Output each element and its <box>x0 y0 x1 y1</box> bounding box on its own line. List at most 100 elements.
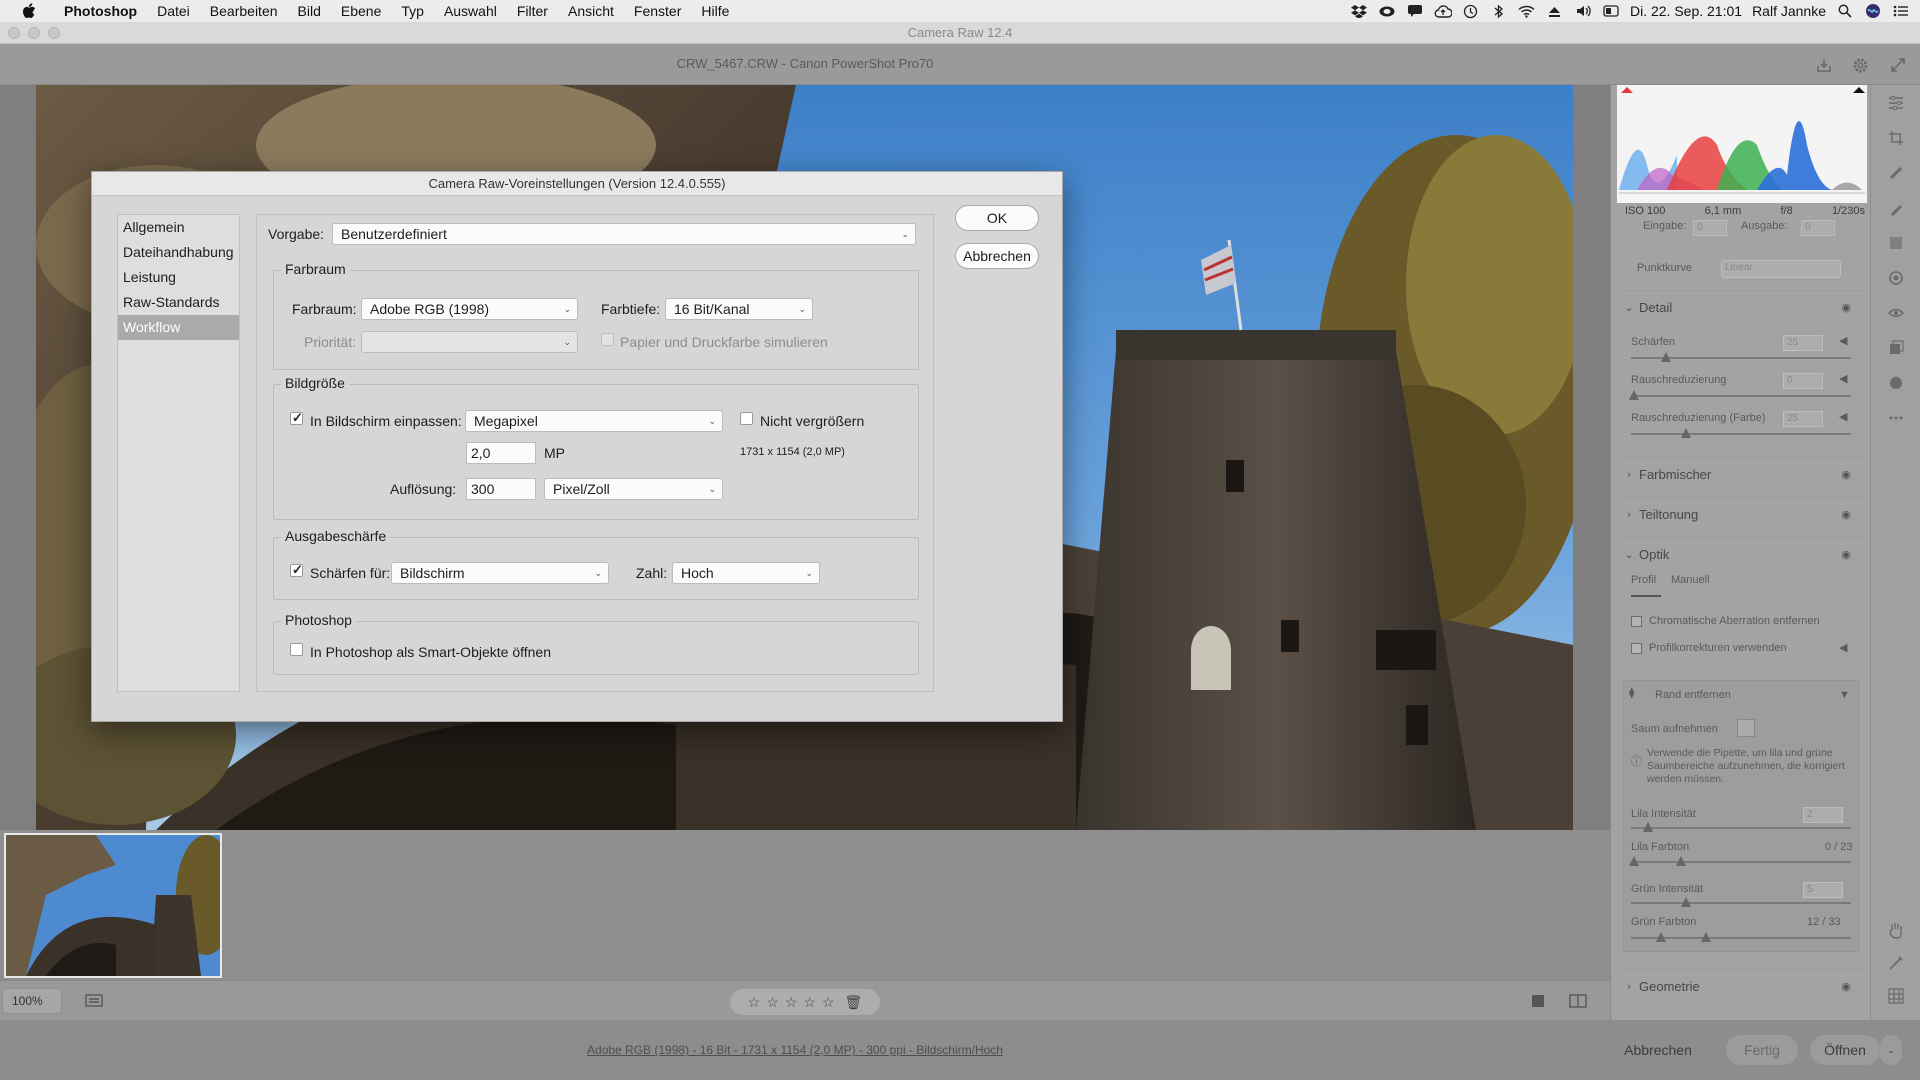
hand-icon[interactable] <box>1886 920 1906 940</box>
star-icon[interactable]: ☆ <box>748 994 761 1011</box>
eye-icon[interactable]: ◉ <box>1841 468 1851 481</box>
tab-profil[interactable]: Profil <box>1631 574 1656 586</box>
before-after-icon[interactable] <box>1569 993 1587 1014</box>
green-amount-slider[interactable] <box>1631 897 1851 907</box>
no-enlarge-checkbox[interactable] <box>740 412 753 425</box>
flag-icon[interactable] <box>1602 4 1620 18</box>
megapixel-input[interactable]: 2,0 <box>466 442 536 464</box>
star-icon[interactable]: ☆ <box>803 994 816 1011</box>
time-machine-icon[interactable] <box>1462 4 1480 18</box>
colorspace-select[interactable]: Adobe RGB (1998) ⌄ <box>361 298 578 320</box>
menubar-user[interactable]: Ralf Jannke <box>1752 3 1826 19</box>
menu-bild[interactable]: Bild <box>288 3 331 19</box>
reset-arrow-icon[interactable]: ◀ <box>1839 410 1847 423</box>
open-button[interactable]: Öffnen <box>1810 1035 1880 1065</box>
bluetooth-icon[interactable] <box>1490 4 1508 18</box>
dropbox-icon[interactable] <box>1350 4 1368 18</box>
fit-screen-checkbox[interactable] <box>290 410 303 426</box>
message-icon[interactable] <box>1406 4 1424 18</box>
sharpen-checkbox[interactable] <box>290 562 303 578</box>
menu-hilfe[interactable]: Hilfe <box>691 3 739 19</box>
white-balance-icon[interactable] <box>1886 953 1906 973</box>
chromatic-aberration-checkbox[interactable] <box>1631 616 1642 627</box>
menu-app-photoshop[interactable]: Photoshop <box>54 3 147 19</box>
sharpen-for-select[interactable]: Bildschirm ⌄ <box>391 562 609 584</box>
profile-corrections-checkbox[interactable] <box>1631 643 1642 654</box>
graduated-filter-icon[interactable] <box>1886 233 1906 253</box>
point-curve-select[interactable]: Linear <box>1721 260 1841 278</box>
section-teiltonung[interactable]: › Teiltonung ◉ <box>1619 497 1863 531</box>
fullscreen-icon[interactable] <box>1888 55 1908 75</box>
star-icon[interactable]: ☆ <box>766 994 779 1011</box>
rating-stars[interactable]: ☆ ☆ ☆ ☆ ☆ 🗑 <box>730 989 880 1015</box>
open-options-chevron-icon[interactable]: ⌄ <box>1880 1035 1902 1065</box>
done-button[interactable]: Fertig <box>1726 1035 1798 1065</box>
menu-datei[interactable]: Datei <box>147 3 200 19</box>
window-close-button[interactable] <box>8 27 20 39</box>
purple-amount-slider[interactable] <box>1631 822 1851 832</box>
cloud-upload-icon[interactable] <box>1434 4 1452 18</box>
smart-objects-checkbox[interactable] <box>290 643 303 656</box>
eye-icon[interactable]: ◉ <box>1841 301 1851 314</box>
priority-select[interactable]: ⌄ <box>361 331 578 353</box>
crop-icon[interactable] <box>1886 128 1906 148</box>
eye-icon[interactable]: ◉ <box>1841 548 1851 561</box>
reset-arrow-icon[interactable]: ◀ <box>1839 372 1847 385</box>
healing-brush-icon[interactable] <box>1886 163 1906 183</box>
nav-item-raw-standards[interactable]: Raw-Standards <box>118 290 239 315</box>
section-optik[interactable]: ⌄ Optik ◉ <box>1619 537 1863 571</box>
siri-icon[interactable] <box>1864 4 1882 18</box>
wifi-icon[interactable] <box>1518 4 1536 18</box>
menu-filter[interactable]: Filter <box>507 3 558 19</box>
menu-ansicht[interactable]: Ansicht <box>558 3 624 19</box>
more-icon[interactable] <box>1886 408 1906 428</box>
adjustment-brush-icon[interactable] <box>1886 198 1906 218</box>
nav-item-dateihandhabung[interactable]: Dateihandhabung <box>118 240 239 265</box>
sharpen-slider[interactable] <box>1631 352 1851 362</box>
trash-icon[interactable]: 🗑 <box>845 994 863 1011</box>
curve-output-field[interactable]: 0 <box>1801 220 1835 236</box>
nav-item-workflow[interactable]: Workflow <box>118 315 239 340</box>
filmstrip-thumbnail[interactable] <box>4 833 222 978</box>
green-amount-value[interactable]: 5 <box>1803 882 1843 898</box>
eject-icon[interactable] <box>1546 4 1564 18</box>
presets-icon[interactable] <box>1886 373 1906 393</box>
resolution-input[interactable]: 300 <box>466 478 536 500</box>
window-minimize-button[interactable] <box>28 27 40 39</box>
workflow-options-link[interactable]: Adobe RGB (1998) - 16 Bit - 1731 x 1154 … <box>0 1043 1590 1057</box>
section-detail[interactable]: ⌄ Detail ◉ <box>1619 290 1863 324</box>
menu-fenster[interactable]: Fenster <box>624 3 691 19</box>
save-icon[interactable] <box>1814 55 1834 75</box>
menu-auswahl[interactable]: Auswahl <box>434 3 507 19</box>
nav-item-allgemein[interactable]: Allgemein <box>118 215 239 240</box>
resolution-unit-select[interactable]: Pixel/Zoll ⌄ <box>544 478 723 500</box>
menu-bearbeiten[interactable]: Bearbeiten <box>200 3 288 19</box>
detail-slider-value[interactable]: 25 <box>1783 335 1823 351</box>
window-zoom-button[interactable] <box>48 27 60 39</box>
notification-center-icon[interactable] <box>1892 4 1910 18</box>
color-noise-slider[interactable] <box>1631 428 1851 438</box>
filmstrip-toggle-icon[interactable] <box>84 992 106 1015</box>
preset-select[interactable]: Benutzerdefiniert ⌄ <box>332 223 916 245</box>
simulate-paper-checkbox[interactable] <box>601 333 614 346</box>
menubar-clock[interactable]: Di. 22. Sep. 21:01 <box>1630 3 1742 19</box>
purple-amount-value[interactable]: 2 <box>1803 807 1843 823</box>
histogram[interactable] <box>1617 85 1867 203</box>
star-icon[interactable]: ☆ <box>822 994 835 1011</box>
dialog-cancel-button[interactable]: Abbrechen <box>955 243 1039 269</box>
green-hue-slider[interactable] <box>1631 932 1851 942</box>
ok-button[interactable]: OK <box>955 205 1039 231</box>
red-eye-icon[interactable] <box>1886 303 1906 323</box>
reset-arrow-icon[interactable]: ◀ <box>1839 334 1847 347</box>
radial-filter-icon[interactable] <box>1886 268 1906 288</box>
spotlight-icon[interactable] <box>1836 4 1854 18</box>
nav-item-leistung[interactable]: Leistung <box>118 265 239 290</box>
star-icon[interactable]: ☆ <box>785 994 798 1011</box>
amount-select[interactable]: Hoch ⌄ <box>672 562 820 584</box>
edit-sliders-icon[interactable] <box>1886 93 1906 113</box>
section-farbmischer[interactable]: › Farbmischer ◉ <box>1619 457 1863 491</box>
creative-cloud-icon[interactable] <box>1378 4 1396 18</box>
bit-depth-select[interactable]: 16 Bit/Kanal ⌄ <box>665 298 813 320</box>
apple-icon[interactable] <box>20 2 38 20</box>
chevron-down-icon[interactable]: ▼ <box>1839 689 1850 701</box>
